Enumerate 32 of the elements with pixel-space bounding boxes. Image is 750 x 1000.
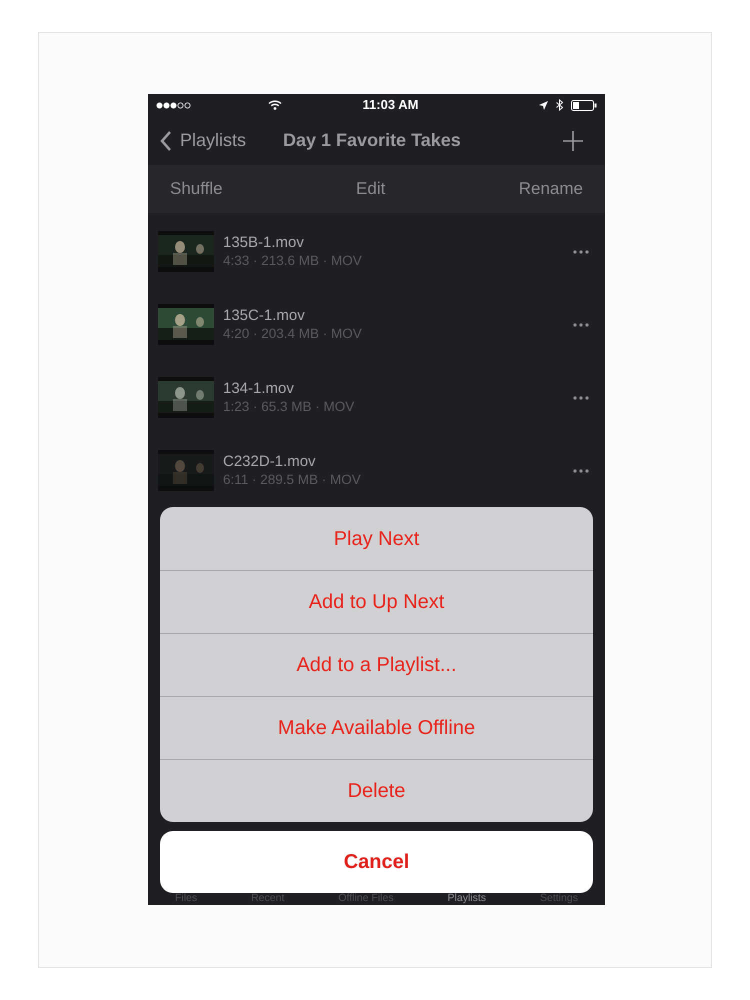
toolbar-link[interactable]: Rename — [518, 176, 583, 202]
more-icon[interactable] — [573, 396, 589, 400]
more-icon[interactable] — [573, 468, 589, 472]
location-icon — [538, 100, 548, 110]
nav-title: Day 1 Favorite Takes — [283, 129, 461, 152]
toolbar-link[interactable]: Edit — [356, 176, 386, 202]
action-button[interactable]: Delete — [160, 759, 593, 822]
more-icon[interactable] — [573, 250, 589, 254]
cancel-button[interactable]: Cancel — [160, 831, 593, 893]
bluetooth-icon — [556, 99, 563, 111]
battery-icon — [570, 100, 597, 110]
tab-item[interactable]: Playlists — [448, 892, 486, 905]
file-name: 134-1.mov — [223, 380, 295, 398]
wifi-icon — [268, 100, 282, 110]
more-icon[interactable] — [573, 322, 589, 326]
action-button[interactable]: Play Next — [160, 507, 593, 570]
status-time: 11:03 AM — [362, 96, 418, 114]
signal-icon — [156, 102, 192, 108]
file-details: 4:20 · 203.4 MB · MOV — [223, 325, 363, 342]
action-button[interactable]: Make Available Offline — [160, 696, 593, 759]
file-name: C232D-1.mov — [223, 453, 317, 471]
add-icon[interactable] — [563, 130, 583, 150]
file-details: 6:11 · 289.5 MB · MOV — [223, 471, 362, 488]
back-link[interactable]: Playlists — [160, 127, 246, 154]
back-icon[interactable] — [160, 130, 172, 150]
file-name: 135C-1.mov — [223, 307, 306, 325]
file-details: 1:23 · 65.3 MB · MOV — [223, 398, 356, 415]
file-name: 135B-1.mov — [223, 234, 305, 252]
action-button[interactable]: Add to a Playlist... — [160, 633, 593, 696]
action-button[interactable]: Add to Up Next — [160, 570, 593, 633]
toolbar-link[interactable]: Shuffle — [170, 176, 223, 202]
file-details: 4:33 · 213.6 MB · MOV — [223, 252, 363, 269]
